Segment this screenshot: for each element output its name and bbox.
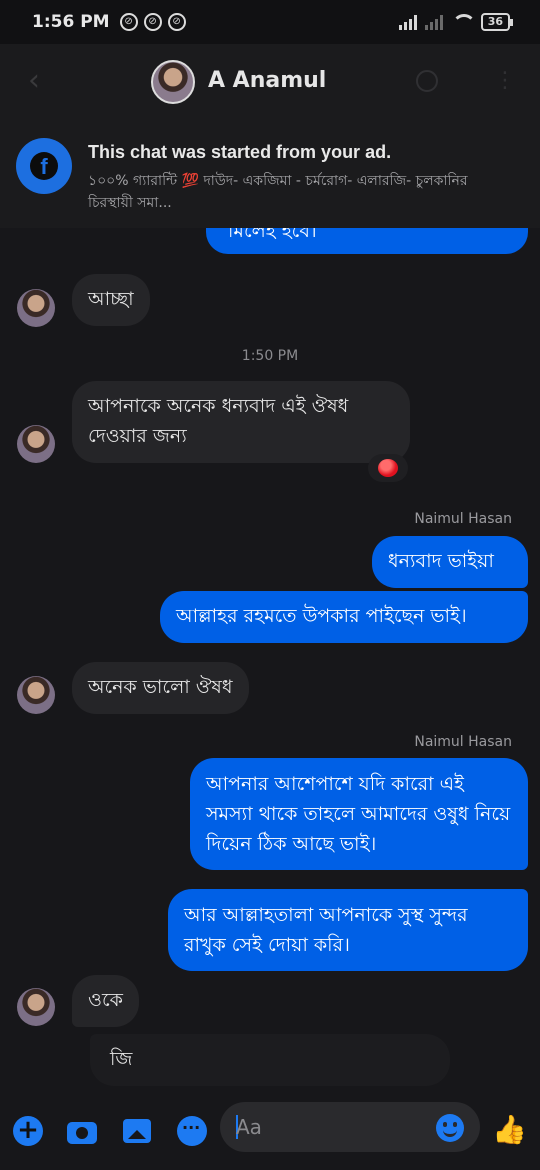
- emoji-icon[interactable]: [436, 1114, 464, 1142]
- message-outgoing[interactable]: আর আল্লাহতালা আপনাকে সুস্থ সুন্দর রাখুক …: [168, 889, 528, 971]
- image-icon[interactable]: [122, 1116, 152, 1146]
- avatar[interactable]: [17, 988, 55, 1026]
- sender-name: Naimul Hasan: [414, 511, 512, 527]
- message-text: আচ্ছা: [88, 288, 134, 310]
- message-outgoing[interactable]: আপনার আশেপাশে যদি কারো এই সমস্যা থাকে তা…: [190, 758, 528, 870]
- camera-icon[interactable]: [67, 1116, 97, 1146]
- sender-name: Naimul Hasan: [414, 734, 512, 750]
- ad-text: ১০০% গ্যারান্টি 💯 দাউদ- একজিমা - চর্মরোগ…: [88, 173, 468, 211]
- more-icon[interactable]: ⋮: [494, 70, 516, 92]
- ad-banner[interactable]: f This chat was started from your ad. ১০…: [0, 122, 540, 228]
- chat-header: ‹ A Anamul ⋮: [0, 44, 540, 122]
- message-text: জি: [110, 1048, 133, 1070]
- message-input-container[interactable]: [220, 1102, 480, 1152]
- back-arrow-icon[interactable]: ‹: [28, 66, 52, 96]
- chat-bubble-icon[interactable]: [177, 1116, 207, 1146]
- status-time: 1:56 PM: [32, 12, 110, 32]
- heart-reaction-icon[interactable]: [368, 454, 408, 482]
- message-text: অনেক ভালো ঔষধ: [88, 676, 233, 698]
- message-outgoing[interactable]: মিলেই হবে।: [206, 228, 528, 254]
- thumbs-up-icon[interactable]: 👍: [492, 1114, 527, 1146]
- signal-icon: [398, 14, 417, 30]
- message-incoming[interactable]: আচ্ছা: [72, 274, 150, 326]
- facebook-icon: f: [16, 138, 72, 194]
- avatar[interactable]: [17, 425, 55, 463]
- time-divider: 1:50 PM: [241, 348, 299, 364]
- message-input[interactable]: [236, 1112, 426, 1142]
- notification-icon: ⊘: [143, 13, 162, 31]
- message-incoming[interactable]: জি: [90, 1034, 450, 1086]
- status-bar: 1:56 PM ⊘ ⊘ ⊘ 36: [0, 0, 540, 44]
- wifi-icon: [451, 14, 476, 30]
- message-text: মিলেই হবে।: [228, 228, 317, 242]
- ad-title: This chat was started from your ad.: [88, 142, 392, 162]
- message-outgoing[interactable]: ধন্যবাদ ভাইয়া: [372, 536, 528, 588]
- notification-icon: ⊘: [119, 13, 138, 31]
- message-text: আপনাকে অনেক ধন্যবাদ এই ঔষধ দেওয়ার জন্য: [88, 395, 349, 447]
- message-incoming[interactable]: আপনাকে অনেক ধন্যবাদ এই ঔষধ দেওয়ার জন্য: [72, 381, 410, 463]
- message-text: আল্লাহর রহমতে উপকার পাইছেন ভাই।: [176, 605, 467, 627]
- info-icon[interactable]: [416, 70, 438, 92]
- message-incoming[interactable]: অনেক ভালো ঔষধ: [72, 662, 249, 714]
- message-text: আপনার আশেপাশে যদি কারো এই সমস্যা থাকে তা…: [206, 773, 511, 855]
- message-list[interactable]: মিলেই হবে। আচ্ছা 1:50 PM আপনাকে অনেক ধন্…: [0, 228, 540, 1092]
- notification-icons: ⊘ ⊘ ⊘: [119, 13, 186, 31]
- signal-2-icon: [424, 14, 443, 30]
- avatar[interactable]: [17, 289, 55, 327]
- battery-icon: 36: [480, 13, 514, 31]
- plus-icon[interactable]: +: [13, 1116, 43, 1146]
- contact-avatar[interactable]: [151, 60, 195, 104]
- message-text: আর আল্লাহতালা আপনাকে সুস্থ সুন্দর রাখুক …: [184, 904, 468, 956]
- avatar[interactable]: [17, 676, 55, 714]
- message-text: ওকে: [88, 989, 123, 1011]
- notification-icon: ⊘: [167, 13, 186, 31]
- message-text: ধন্যবাদ ভাইয়া: [388, 550, 494, 572]
- composer-bar: + 👍: [0, 1092, 540, 1170]
- message-outgoing[interactable]: আল্লাহর রহমতে উপকার পাইছেন ভাই।: [160, 591, 528, 643]
- message-incoming[interactable]: ওকে: [72, 975, 139, 1027]
- contact-name[interactable]: A Anamul: [208, 68, 326, 93]
